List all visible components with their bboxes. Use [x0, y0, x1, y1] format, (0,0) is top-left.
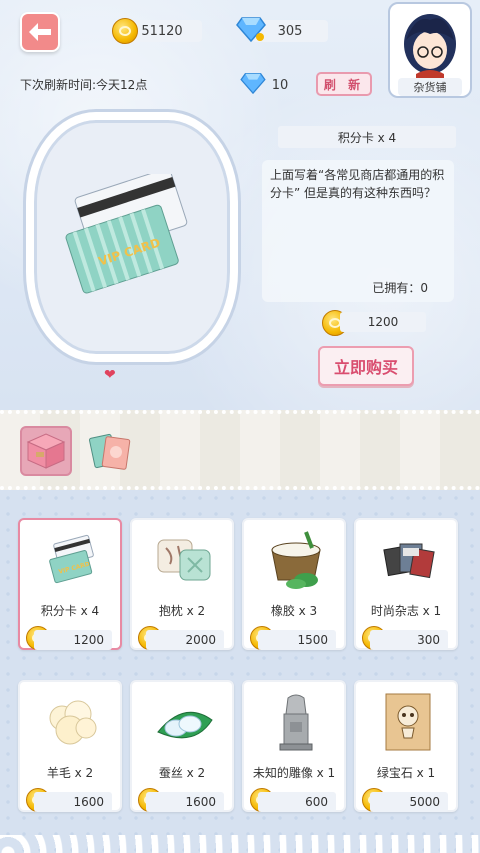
gift-box-icon [26, 433, 66, 469]
back-button[interactable] [20, 12, 60, 52]
coin-balance-value: 51120 [141, 23, 183, 39]
item-card[interactable]: 时尚杂志 x 1 300 [354, 518, 458, 650]
item-card[interactable]: VIP CARD 积分卡 x 4 1200 [18, 518, 122, 650]
item-price: 5000 [370, 792, 448, 812]
item-name: 蚕丝 x 2 [158, 766, 206, 780]
diamond-icon [236, 17, 266, 42]
item-card[interactable]: 绿宝石 x 1 5000 [354, 680, 458, 812]
refresh-time-text: 下次刷新时间:今天12点 [20, 78, 148, 92]
item-name: 未知的雕像 x 1 [252, 766, 336, 780]
item-name: 绿宝石 x 1 [376, 766, 436, 780]
item-card[interactable]: 抱枕 x 2 2000 [130, 518, 234, 650]
item-card[interactable]: 羊毛 x 2 1600 [18, 680, 122, 812]
item-card[interactable]: 未知的雕像 x 1 600 [242, 680, 346, 812]
vip-card-icon: VIP CARD [49, 534, 94, 584]
selected-item-price: 1200 [340, 312, 426, 332]
item-name: 橡胶 x 3 [270, 604, 318, 618]
heart-icon: ❤ [104, 367, 116, 383]
item-price: 1600 [146, 792, 224, 812]
refresh-gem-icon [240, 73, 266, 94]
item-price: 1500 [258, 630, 336, 650]
owned-count: 已拥有：0 [372, 281, 428, 295]
item-price: 300 [370, 630, 448, 650]
selected-item-price-value: 1200 [367, 315, 399, 329]
item-name: 积分卡 x 4 [40, 604, 100, 618]
bottom-lace-border [0, 835, 480, 853]
shop-name-label: 杂货铺 [398, 78, 462, 96]
statue-icon [279, 694, 313, 751]
item-description-box: 上面写着“各常见商店都通用的积分卡” 但是真的有这种东西吗？ 已拥有：0 [262, 160, 454, 302]
item-display-frame: VIP CARD [26, 112, 238, 362]
cards-icon [88, 433, 131, 470]
item-card[interactable]: 蚕丝 x 2 1600 [130, 680, 234, 812]
vip-card-large-icon: VIP CARD [65, 174, 188, 294]
category-bar [0, 410, 480, 490]
refresh-button[interactable]: 刷 新 [316, 72, 372, 96]
category-tab-gifts[interactable] [20, 426, 72, 476]
magazine-icon [383, 543, 435, 579]
selected-item-title: 积分卡 x 4 [278, 126, 456, 148]
item-name: 抱枕 x 2 [158, 604, 206, 618]
item-price: 1600 [34, 792, 112, 812]
pillow-icon [157, 539, 211, 581]
item-price: 2000 [146, 630, 224, 650]
arrow-left-icon [29, 23, 51, 41]
item-price: 1200 [34, 630, 112, 650]
item-price: 600 [258, 792, 336, 812]
old-scroll-icon [385, 693, 431, 751]
refresh-cost: 10 [264, 74, 296, 96]
item-name: 羊毛 x 2 [46, 766, 94, 780]
rubber-bucket-icon [271, 531, 321, 589]
buy-now-button[interactable]: 立即购买 [318, 346, 414, 386]
item-name: 时尚杂志 x 1 [370, 604, 442, 618]
item-description: 上面写着“各常见商店都通用的积分卡” 但是真的有这种东西吗？ [270, 168, 445, 200]
item-card[interactable]: 橡胶 x 3 1500 [242, 518, 346, 650]
wool-icon [49, 700, 97, 745]
category-tab-cards[interactable] [86, 428, 138, 478]
coin-icon [112, 18, 138, 44]
refresh-cost-value: 10 [271, 77, 289, 93]
shopkeeper-portrait-icon [404, 14, 456, 80]
silk-icon [157, 711, 213, 739]
gem-balance-value: 305 [277, 23, 303, 39]
